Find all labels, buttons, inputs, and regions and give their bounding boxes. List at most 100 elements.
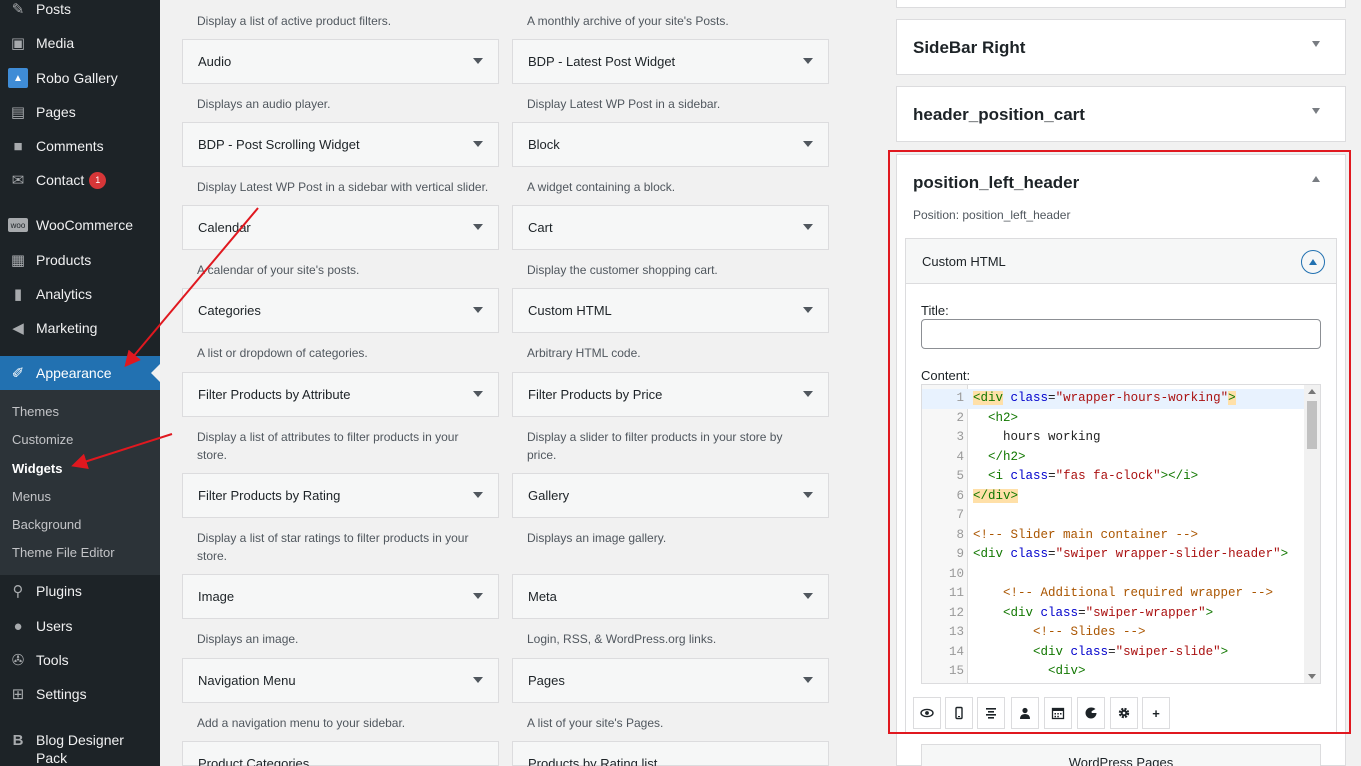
caret-down-icon[interactable]	[473, 677, 483, 683]
widget-header[interactable]: Custom HTML	[906, 239, 1336, 284]
menu-tools[interactable]: ✇ Tools	[0, 643, 160, 677]
user-button[interactable]	[1011, 697, 1039, 729]
code-line[interactable]: 12 <div class="swiper-wrapper">	[922, 604, 1306, 624]
code-line[interactable]: 8 <!-- Slider main container -->	[922, 526, 1306, 546]
code-line[interactable]: 5 <i class="fas fa-clock"></i>	[922, 467, 1306, 487]
code-editor[interactable]: 1 <div class="wrapper-hours-working"> 2 <h…	[921, 384, 1321, 684]
widget-pages[interactable]: Pages	[512, 658, 829, 703]
caret-down-icon[interactable]	[1312, 41, 1320, 47]
submenu-background[interactable]: Background	[12, 517, 81, 532]
menu-contact[interactable]: ✉ Contact 1	[0, 163, 160, 197]
submenu-widgets[interactable]: Widgets	[12, 461, 62, 476]
menu-pages[interactable]: ▤ Pages	[0, 95, 160, 129]
submenu-menus[interactable]: Menus	[12, 489, 51, 504]
title-input[interactable]	[921, 319, 1321, 349]
code-line[interactable]: 2 <h2>	[922, 409, 1306, 429]
calendar-button[interactable]	[1044, 697, 1072, 729]
scroll-down-icon[interactable]	[1308, 674, 1316, 679]
menu-posts[interactable]: ✎ Posts	[0, 0, 160, 26]
mobile-button[interactable]	[945, 697, 973, 729]
editor-scrollbar[interactable]	[1304, 385, 1320, 683]
widget-block[interactable]: Block	[512, 122, 829, 167]
code-line[interactable]: 7	[922, 506, 1306, 526]
menu-label: Users	[36, 618, 73, 634]
widget-gallery[interactable]: Gallery	[512, 473, 829, 518]
code-line[interactable]: 6 </div>	[922, 487, 1306, 507]
widget-wordpress-pages[interactable]: WordPress Pages	[921, 744, 1321, 766]
menu-settings[interactable]: ⊞ Settings	[0, 677, 160, 711]
menu-analytics[interactable]: ▮ Analytics	[0, 277, 160, 311]
widget-categories[interactable]: Categories	[182, 288, 499, 333]
code-line[interactable]: 11 <!-- Additional required wrapper -->	[922, 584, 1306, 604]
menu-comments[interactable]: ■ Comments	[0, 129, 160, 163]
submenu-customize[interactable]: Customize	[12, 432, 73, 447]
caret-down-icon[interactable]	[803, 224, 813, 230]
caret-down-icon[interactable]	[473, 58, 483, 64]
widget-audio[interactable]: Audio	[182, 39, 499, 84]
scroll-up-icon[interactable]	[1308, 389, 1316, 394]
code-line[interactable]: 14 <div class="swiper-slide">	[922, 643, 1306, 663]
caret-down-icon[interactable]	[473, 391, 483, 397]
caret-down-icon[interactable]	[473, 141, 483, 147]
caret-down-icon[interactable]	[803, 141, 813, 147]
align-button[interactable]	[977, 697, 1005, 729]
code-line[interactable]: 1 <div class="wrapper-hours-working">	[922, 389, 1306, 409]
widget-calendar[interactable]: Calendar	[182, 205, 499, 250]
caret-up-icon[interactable]	[1312, 176, 1320, 182]
line-number: 13	[948, 625, 964, 639]
menu-media[interactable]: ▣ Media	[0, 26, 160, 60]
widget-bdp-latest-post[interactable]: BDP - Latest Post Widget	[512, 39, 829, 84]
submenu-themes[interactable]: Themes	[12, 404, 59, 419]
widget-title: WordPress Pages	[1068, 755, 1174, 766]
widget-filter-by-rating[interactable]: Filter Products by Rating	[182, 473, 499, 518]
caret-down-icon[interactable]	[803, 492, 813, 498]
menu-plugins[interactable]: ⚲ Plugins	[0, 574, 160, 608]
widget-meta[interactable]: Meta	[512, 574, 829, 619]
widget-navigation-menu[interactable]: Navigation Menu	[182, 658, 499, 703]
scroll-thumb[interactable]	[1307, 401, 1317, 449]
caret-down-icon[interactable]	[473, 593, 483, 599]
preview-button[interactable]	[913, 697, 941, 729]
widget-filter-by-price[interactable]: Filter Products by Price	[512, 372, 829, 417]
menu-marketing[interactable]: ◀ Marketing	[0, 311, 160, 345]
settings-button[interactable]	[1110, 697, 1138, 729]
widget-products-by-rating[interactable]: Products by Rating list	[512, 741, 829, 766]
menu-robo-gallery[interactable]: ▲ Robo Gallery	[0, 61, 160, 95]
widget-bdp-post-scrolling[interactable]: BDP - Post Scrolling Widget	[182, 122, 499, 167]
code-line[interactable]: 15 <div>	[922, 662, 1306, 682]
caret-down-icon[interactable]	[803, 58, 813, 64]
menu-products[interactable]: ▦ Products	[0, 243, 160, 277]
caret-down-icon[interactable]	[803, 677, 813, 683]
code-line[interactable]: 9 <div class="swiper wrapper-slider-heade…	[922, 545, 1306, 565]
code-line[interactable]: 4 </h2>	[922, 448, 1306, 468]
style-button[interactable]	[1077, 697, 1105, 729]
submenu-theme-file-editor[interactable]: Theme File Editor	[12, 545, 115, 560]
caret-down-icon[interactable]	[473, 492, 483, 498]
menu-woocommerce[interactable]: woo WooCommerce	[0, 208, 160, 242]
caret-down-icon[interactable]	[803, 307, 813, 313]
widget-header-title: Custom HTML	[922, 254, 1006, 269]
menu-blog-designer-pack[interactable]: Blog Designer Pack	[36, 731, 136, 766]
caret-down-icon[interactable]	[803, 391, 813, 397]
collapse-toggle-button[interactable]	[1301, 250, 1325, 274]
widget-custom-html[interactable]: Custom HTML	[512, 288, 829, 333]
menu-users[interactable]: ● Users	[0, 609, 160, 643]
sidebar-area-title[interactable]: position_left_header	[913, 173, 1079, 193]
caret-down-icon[interactable]	[473, 307, 483, 313]
code-line[interactable]: 10	[922, 565, 1306, 585]
widget-cart[interactable]: Cart	[512, 205, 829, 250]
code-line[interactable]: 13 <!-- Slides -->	[922, 623, 1306, 643]
sidebar-area-sidebar-right[interactable]: SideBar Right	[896, 19, 1346, 75]
caret-down-icon[interactable]	[1312, 108, 1320, 114]
widget-product-categories[interactable]: Product Categories	[182, 741, 499, 766]
sidebar-area-header-position-cart[interactable]: header_position_cart	[896, 86, 1346, 142]
add-button[interactable]: +	[1142, 697, 1170, 729]
line-number: 1	[956, 391, 964, 405]
code-line[interactable]: 3 hours working	[922, 428, 1306, 448]
menu-appearance[interactable]: ✐ Appearance	[0, 356, 160, 390]
caret-down-icon[interactable]	[473, 224, 483, 230]
caret-down-icon[interactable]	[803, 593, 813, 599]
widget-image[interactable]: Image	[182, 574, 499, 619]
widget-filter-by-attribute[interactable]: Filter Products by Attribute	[182, 372, 499, 417]
